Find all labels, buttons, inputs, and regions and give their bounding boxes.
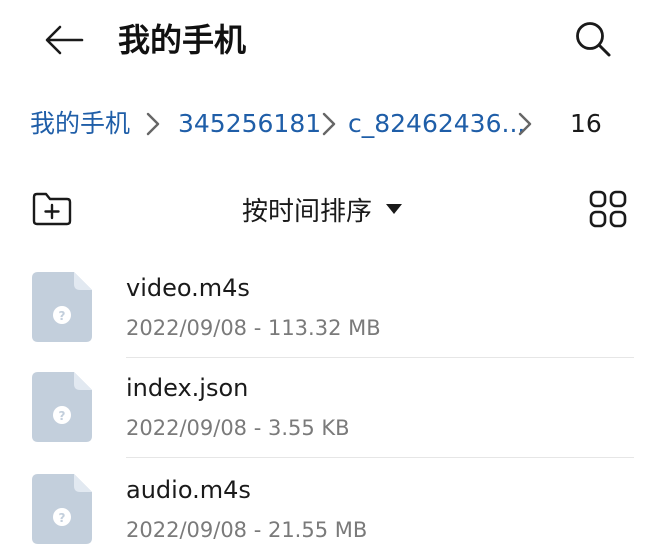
sort-label: 按时间排序 [242,196,373,227]
svg-text:?: ? [59,511,66,525]
svg-text:?: ? [59,409,66,423]
back-button[interactable] [40,18,88,62]
search-button[interactable] [568,16,618,62]
grid-view-icon [589,190,627,228]
breadcrumb-current: 16 [570,109,602,138]
file-row-video[interactable]: ? video.m4s 2022/09/08 - 113.32 MB [0,258,660,358]
row-divider [126,457,634,458]
file-meta: 2022/09/08 - 113.32 MB [126,316,381,340]
app-header: 我的手机 [0,0,660,80]
unknown-file-icon: ? [32,474,92,544]
file-row-index[interactable]: ? index.json 2022/09/08 - 3.55 KB [0,358,660,458]
chevron-right-icon [518,112,532,136]
unknown-file-icon: ? [32,372,92,442]
file-row-audio[interactable]: ? audio.m4s 2022/09/08 - 21.55 MB [0,460,660,552]
file-manager-screen: 我的手机 我的手机 345256181 c_82462436... 16 按时间… [0,0,660,552]
arrow-left-icon [45,25,84,55]
caret-down-icon [386,204,403,214]
file-name: audio.m4s [126,476,251,504]
new-folder-button[interactable] [28,186,76,232]
page-title: 我的手机 [118,21,247,59]
file-name: index.json [126,374,249,402]
svg-text:?: ? [59,309,66,323]
sort-dropdown[interactable]: 按时间排序 [242,186,403,232]
toolbar: 按时间排序 [0,178,660,238]
view-toggle-button[interactable] [584,186,632,232]
unknown-file-icon: ? [32,272,92,342]
file-meta: 2022/09/08 - 21.55 MB [126,518,368,542]
chevron-right-icon [146,112,160,136]
file-name: video.m4s [126,274,250,302]
breadcrumb-item-my-phone[interactable]: 我的手机 [30,104,130,144]
new-folder-icon [32,192,72,226]
file-meta: 2022/09/08 - 3.55 KB [126,416,350,440]
search-icon [576,22,611,57]
breadcrumb: 我的手机 345256181 c_82462436... 16 [30,104,650,144]
breadcrumb-item-folder-1[interactable]: 345256181 [178,104,321,144]
breadcrumb-item-folder-2[interactable]: c_82462436... [348,104,525,144]
chevron-right-icon [322,112,336,136]
